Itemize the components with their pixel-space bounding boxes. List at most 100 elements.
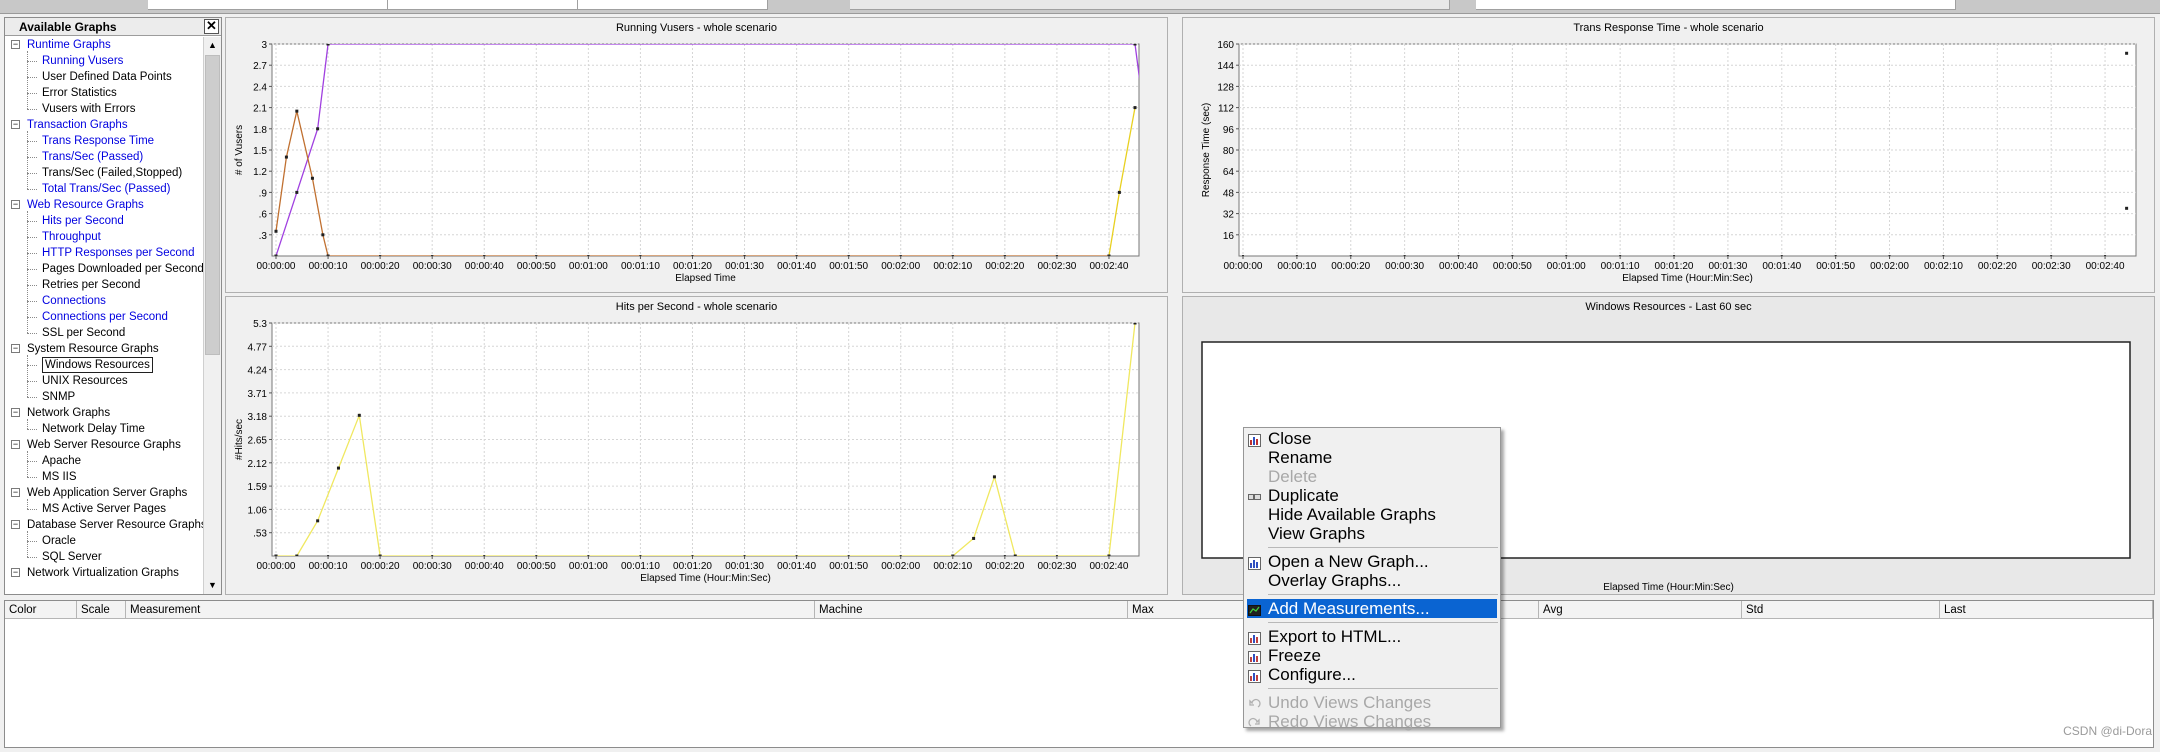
menu-item-label: Duplicate [1268,486,1339,505]
tree-scrollbar[interactable]: ▲ ▼ [203,37,221,594]
tree-connector [27,557,37,558]
tree-group-system-resource-graphs[interactable]: System Resource Graphs [27,341,159,357]
x-tick-label: 00:02:40 [1090,561,1129,572]
toolbar-field[interactable] [1476,0,1956,10]
tree-collapse-icon[interactable]: − [11,520,20,529]
y-tick-label: 160 [1217,40,1234,51]
tree-item-windows-resources[interactable]: Windows Resources [42,357,153,373]
scrollbar-thumb[interactable] [205,55,220,355]
menu-item-close[interactable]: Close [1244,429,1500,448]
menu-item-view-graphs[interactable]: View Graphs [1244,524,1500,543]
tree-connector [27,365,37,366]
tree-item-trans-sec-passed[interactable]: Trans/Sec (Passed) [42,149,143,165]
tree-group-database-server-resource-graphs[interactable]: Database Server Resource Graphs [27,517,203,533]
menu-separator [1268,547,1498,548]
tree-item-http-responses-per-second[interactable]: HTTP Responses per Second [42,245,195,261]
tree-collapse-icon[interactable]: − [11,120,20,129]
tree-item-connections-per-second[interactable]: Connections per Second [42,309,168,325]
tree-collapse-icon[interactable]: − [11,40,20,49]
menu-item-export-to-html[interactable]: Export to HTML... [1244,627,1500,646]
tree-item-throughput[interactable]: Throughput [42,229,101,245]
tree-item-apache[interactable]: Apache [42,453,81,469]
menu-item-hide-available-graphs[interactable]: Hide Available Graphs [1244,505,1500,524]
column-header-color[interactable]: Color [5,601,77,619]
tree-item-running-vusers[interactable]: Running Vusers [42,53,123,69]
menu-item-label: Freeze [1268,646,1321,665]
tree-item-snmp[interactable]: SNMP [42,389,75,405]
tree-item-network-delay-time[interactable]: Network Delay Time [42,421,145,437]
menu-item-open-a-new-graph[interactable]: Open a New Graph... [1244,552,1500,571]
menu-item-undo-views-changes: Undo Views Changes [1244,693,1500,712]
tree-item-ms-active-server-pages[interactable]: MS Active Server Pages [42,501,166,517]
tree-item-ssl-per-second[interactable]: SSL per Second [42,325,125,341]
tree-item-pages-downloaded-per-second[interactable]: Pages Downloaded per Second [42,261,203,277]
chart-title: Hits per Second - whole scenario [616,301,777,313]
column-header-machine[interactable]: Machine [815,601,1128,619]
menu-item-duplicate[interactable]: Duplicate [1244,486,1500,505]
menu-separator [1268,594,1498,595]
menu-item-configure[interactable]: Configure... [1244,665,1500,684]
toolbar-field[interactable] [148,0,388,10]
tree-item-hits-per-second[interactable]: Hits per Second [42,213,124,229]
menu-item-label: Undo Views Changes [1268,693,1432,712]
menu-item-rename[interactable]: Rename [1244,448,1500,467]
scroll-up-arrow-icon[interactable]: ▲ [204,37,221,54]
tree-group-runtime-graphs[interactable]: Runtime Graphs [27,37,111,53]
hits-per-second-graph[interactable]: Hits per Second - whole scenario 00:00:00… [225,296,1168,595]
tree-item-trans-sec-failed-stopped[interactable]: Trans/Sec (Failed,Stopped) [42,165,182,181]
tree-item-vusers-with-errors[interactable]: Vusers with Errors [42,101,136,117]
y-tick-label: 64 [1223,167,1235,178]
tree-collapse-icon[interactable]: − [11,568,20,577]
tree-item-unix-resources[interactable]: UNIX Resources [42,373,128,389]
menu-item-freeze[interactable]: Freeze [1244,646,1500,665]
tree-connector [27,419,28,429]
column-header-last[interactable]: Last [1940,601,2153,619]
tree-item-trans-response-time[interactable]: Trans Response Time [42,133,154,149]
tree-item-sql-server[interactable]: SQL Server [42,549,102,565]
tree-connector [27,51,28,109]
column-header-measurement[interactable]: Measurement [126,601,815,619]
trans-response-time-graph[interactable]: Trans Response Time - whole scenario 00:0… [1182,17,2155,293]
tree-item-oracle[interactable]: Oracle [42,533,76,549]
tree-item-user-defined-data-points[interactable]: User Defined Data Points [42,69,172,85]
toolbar-field[interactable] [388,0,578,10]
close-icon[interactable]: ✕ [204,19,219,34]
tree-collapse-icon[interactable]: − [11,488,20,497]
tree-collapse-icon[interactable]: − [11,200,20,209]
tree-connector [27,253,37,254]
tree-group-web-application-server-graphs[interactable]: Web Application Server Graphs [27,485,187,501]
tree-group-network-graphs[interactable]: Network Graphs [27,405,110,421]
tree-group-network-virtualization-graphs[interactable]: Network Virtualization Graphs [27,565,179,581]
x-tick-label: 00:01:30 [725,261,764,272]
redo-icon [1248,715,1261,728]
column-header-std[interactable]: Std [1742,601,1940,619]
tree-item-ms-iis[interactable]: MS IIS [42,469,77,485]
running-vusers-graph[interactable]: Running Vusers - whole scenario 00:00:00 0… [225,17,1168,293]
tree-collapse-icon[interactable]: − [11,440,20,449]
x-tick-label: 00:02:40 [2086,261,2125,272]
column-header-avg[interactable]: Avg [1539,601,1742,619]
tree-item-total-trans-sec-passed[interactable]: Total Trans/Sec (Passed) [42,181,170,197]
tree-collapse-icon[interactable]: − [11,344,20,353]
scroll-down-arrow-icon[interactable]: ▼ [204,577,221,594]
toolbar-field[interactable] [850,0,1450,10]
tree-connector [27,461,37,462]
chart-svg: Hits per Second - whole scenario 00:00:00… [234,301,1140,584]
tree-group-transaction-graphs[interactable]: Transaction Graphs [27,117,128,133]
menu-item-overlay-graphs[interactable]: Overlay Graphs... [1244,571,1500,590]
y-tick-label: 1.06 [248,505,268,516]
tree-group-web-resource-graphs[interactable]: Web Resource Graphs [27,197,144,213]
data-point-marker [326,44,330,46]
toolbar-field[interactable] [578,0,768,10]
column-header-scale[interactable]: Scale [77,601,126,619]
tree-item-error-statistics[interactable]: Error Statistics [42,85,117,101]
menu-item-add-measurements[interactable]: Add Measurements... [1247,599,1497,618]
available-graphs-title-text: Available Graphs [19,20,117,34]
x-tick-label: 00:00:30 [1385,261,1424,272]
data-point-marker [295,190,299,194]
tree-item-connections[interactable]: Connections [42,293,106,309]
tree-connector [27,301,37,302]
tree-group-web-server-resource-graphs[interactable]: Web Server Resource Graphs [27,437,181,453]
tree-item-retries-per-second[interactable]: Retries per Second [42,277,140,293]
tree-collapse-icon[interactable]: − [11,408,20,417]
